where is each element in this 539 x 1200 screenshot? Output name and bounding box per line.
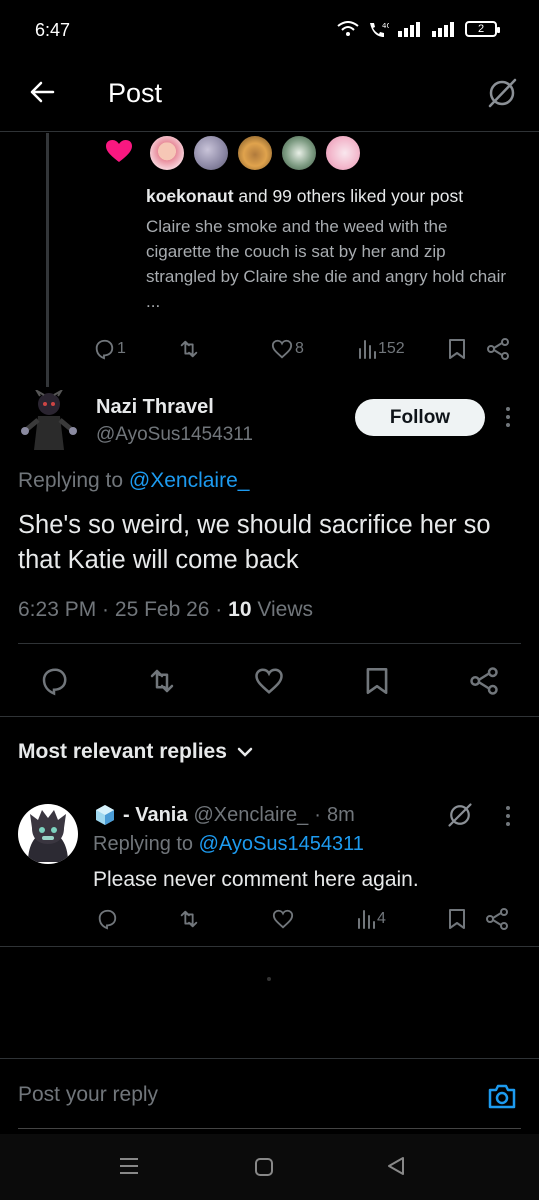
replies-sort-label: Most relevant replies [18, 740, 227, 763]
liked-user[interactable]: koekonaut [146, 186, 234, 206]
volte-call-icon: 4G [370, 22, 389, 37]
status-time: 6:47 [35, 20, 71, 40]
share-icon[interactable] [469, 666, 499, 696]
like-action[interactable]: 8 [271, 338, 304, 360]
status-bar: 6:47 4G 2 [0, 0, 539, 62]
back-icon[interactable] [386, 1156, 406, 1176]
replying-to-link[interactable]: @AyoSus1454311 [199, 833, 364, 855]
share-icon[interactable] [485, 908, 509, 930]
liker-avatar[interactable] [280, 134, 318, 172]
chevron-down-icon [237, 747, 253, 757]
divider [0, 1058, 539, 1059]
liked-suffix: and 99 others liked your post [233, 186, 464, 206]
status-icons: 4G 2 [337, 20, 500, 38]
views-icon [359, 340, 376, 359]
views-icon [358, 910, 375, 929]
reply-input[interactable]: Post your reply [18, 1083, 158, 1107]
replying-to-line: Replying to @Xenclaire_ [18, 469, 249, 493]
reply-author-name[interactable]: - Vania [123, 804, 187, 827]
divider [18, 643, 521, 644]
bookmark-icon[interactable] [364, 666, 390, 696]
post-date: 25 Feb 26 [114, 598, 210, 621]
post-views-count[interactable]: 10 [228, 598, 251, 621]
heart-icon [271, 339, 293, 359]
reply-action-bar: 4 [96, 908, 516, 932]
reply-icon [95, 339, 114, 360]
reply-author-handle[interactable]: @Xenclaire_ [193, 804, 308, 827]
post-text: She's so weird, we should sacrifice her … [18, 511, 491, 574]
repost-icon[interactable] [178, 908, 200, 930]
page-title: Post [108, 78, 163, 108]
camera-icon[interactable] [487, 1082, 517, 1110]
thread-connector [46, 133, 49, 387]
quoted-action-bar: 1 8 152 [93, 338, 523, 362]
repost-icon[interactable] [178, 338, 200, 360]
cube-icon [96, 805, 114, 825]
system-nav-bar [0, 1134, 539, 1200]
post-time: 6:23 PM [18, 598, 97, 621]
grok-icon[interactable] [486, 77, 518, 109]
more-options-icon[interactable] [503, 804, 513, 828]
divider [0, 716, 539, 717]
signal-1-icon [398, 22, 420, 37]
liker-avatar[interactable] [192, 134, 230, 172]
reply-action[interactable]: 1 [93, 338, 126, 360]
repost-icon[interactable] [146, 666, 178, 696]
reply-icon[interactable] [39, 666, 69, 696]
loading-dot [267, 977, 271, 981]
reply-age: 8m [326, 803, 355, 826]
svg-text:4G: 4G [382, 22, 389, 30]
battery-icon: 2 [465, 21, 500, 37]
composer-underline [18, 1128, 521, 1129]
liked-summary: koekonaut and 99 others liked your post [146, 186, 463, 207]
reply-count: 1 [117, 340, 126, 357]
author-handle[interactable]: @AyoSus1454311 [96, 424, 253, 446]
like-count: 8 [295, 340, 304, 357]
divider [0, 946, 539, 947]
replying-prefix: Replying to [93, 833, 199, 855]
home-icon[interactable] [254, 1157, 274, 1177]
share-icon[interactable] [486, 338, 510, 360]
heart-icon[interactable] [254, 666, 284, 696]
reply-avatar-image [28, 810, 68, 862]
liker-avatar[interactable] [324, 134, 362, 172]
views-action[interactable]: 152 [358, 338, 405, 360]
reply-header: - Vania @Xenclaire_ · 8m [93, 803, 355, 827]
replies-sort-dropdown[interactable]: Most relevant replies [18, 740, 253, 764]
follow-button[interactable]: Follow [355, 399, 485, 436]
author-avatar-image [21, 390, 77, 450]
views-count: 4 [377, 910, 386, 927]
views-count: 152 [378, 340, 405, 357]
author-name[interactable]: Nazi Thravel [96, 396, 214, 419]
heart-filled-icon [106, 140, 132, 162]
heart-icon[interactable] [272, 908, 294, 930]
author-avatar[interactable] [20, 390, 78, 454]
post-meta: 6:23 PM · 25 Feb 26 · 10 Views [18, 598, 313, 621]
liker-avatar[interactable] [236, 134, 274, 172]
battery-level: 2 [477, 23, 485, 35]
post-views-label: Views [257, 598, 313, 621]
reply-text: Please never comment here again. [93, 868, 419, 891]
bookmark-icon[interactable] [447, 338, 467, 360]
quoted-post-text: Claire she smoke and the weed with the c… [146, 217, 507, 311]
liker-avatar[interactable] [148, 134, 186, 172]
top-bar: Post [0, 62, 539, 132]
replying-to-link[interactable]: @Xenclaire_ [129, 469, 250, 492]
more-options-icon[interactable] [503, 405, 513, 429]
views-action[interactable]: 4 [357, 908, 386, 930]
recent-apps-icon[interactable] [118, 1156, 140, 1176]
reply-icon[interactable] [96, 908, 118, 930]
grok-icon[interactable] [446, 801, 474, 829]
reply-replying-to-line: Replying to @AyoSus1454311 [93, 833, 364, 856]
replying-prefix: Replying to [18, 469, 129, 492]
signal-2-icon [432, 22, 454, 37]
wifi-icon [337, 21, 359, 36]
reply-avatar[interactable] [18, 804, 78, 864]
back-arrow-icon[interactable] [29, 79, 55, 105]
bookmark-icon[interactable] [447, 908, 467, 930]
reply-separator: · [314, 803, 321, 826]
liker-avatars [148, 134, 362, 172]
